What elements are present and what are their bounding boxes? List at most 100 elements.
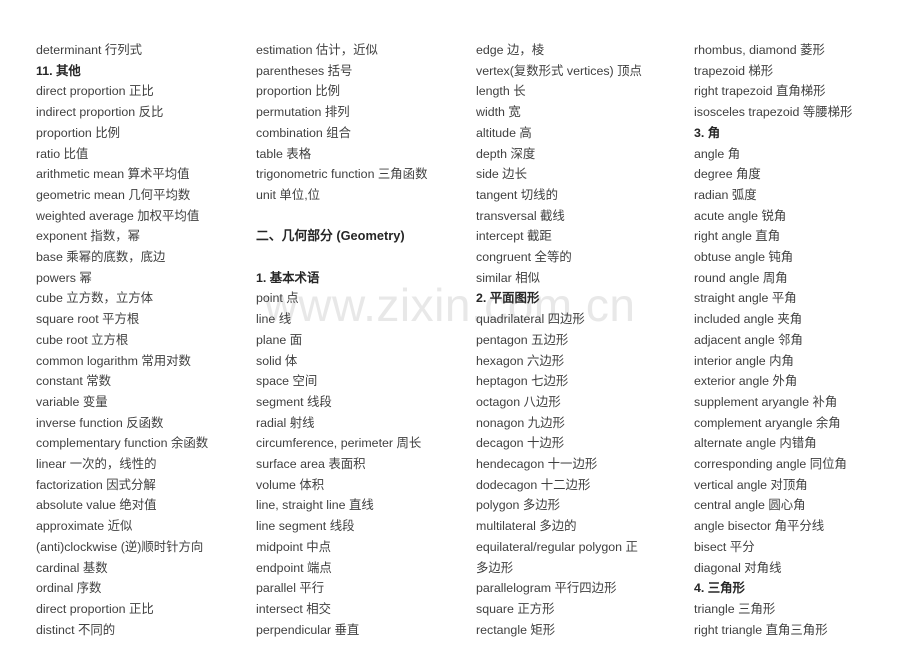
glossary-term: arithmetic mean 算术平均值 — [36, 167, 190, 182]
glossary-term: direct proportion 正比 — [36, 601, 154, 616]
glossary-part-heading: 二、几何部分 (Geometry) — [256, 228, 405, 244]
glossary-term: obtuse angle 钝角 — [694, 250, 794, 265]
glossary-term: tangent 切线的 — [476, 187, 558, 202]
glossary-term: width 宽 — [476, 105, 521, 120]
glossary-term: heptagon 七边形 — [476, 374, 569, 389]
glossary-term: rhombus, diamond 菱形 — [694, 43, 825, 57]
glossary-term: line, straight line 直线 — [256, 498, 374, 513]
glossary-term: indirect proportion 反比 — [36, 105, 164, 120]
glossary-term: powers 幂 — [36, 270, 92, 285]
glossary-term: angle 角 — [694, 146, 741, 161]
glossary-term: pentagon 五边形 — [476, 332, 569, 347]
glossary-term: weighted average 加权平均值 — [36, 208, 200, 223]
glossary-term: round angle 周角 — [694, 270, 788, 285]
glossary-term: triangle 三角形 — [694, 601, 776, 616]
glossary-term: parallel 平行 — [256, 581, 325, 596]
glossary-term: plane 面 — [256, 332, 303, 347]
glossary-term: permutation 排列 — [256, 105, 350, 120]
glossary-term: acute angle 锐角 — [694, 208, 787, 223]
glossary-term: isosceles trapezoid 等腰梯形 — [694, 105, 853, 120]
glossary-term: approximate 近似 — [36, 519, 133, 534]
glossary-term: complementary function 余函数 — [36, 436, 209, 451]
glossary-term: unit 单位,位 — [256, 187, 321, 202]
glossary-term: edge 边，棱 — [476, 43, 545, 57]
glossary-term: cube 立方数，立方体 — [36, 291, 154, 306]
glossary-term: combination 组合 — [256, 125, 352, 140]
glossary-term: nonagon 九边形 — [476, 415, 565, 430]
glossary-term: radian 弧度 — [694, 187, 757, 202]
glossary-term: cardinal 基数 — [36, 560, 108, 575]
glossary-term: estimation 估计，近似 — [256, 43, 378, 57]
glossary-section-heading: 3. 角 — [694, 125, 721, 140]
glossary-term: radial 射线 — [256, 415, 315, 430]
glossary-term: direct proportion 正比 — [36, 84, 154, 99]
glossary-term: segment 线段 — [256, 394, 332, 409]
glossary-term: straight angle 平角 — [694, 291, 797, 306]
glossary-term: diagonal 对角线 — [694, 560, 782, 575]
glossary-term: side 边长 — [476, 167, 527, 182]
glossary-term: degree 角度 — [694, 167, 761, 182]
glossary-term: perpendicular 垂直 — [256, 622, 360, 637]
glossary-term: angle bisector 角平分线 — [694, 519, 825, 534]
glossary-section-heading: 11. 其他 — [36, 63, 81, 78]
glossary-term: parallelogram 平行四边形 — [476, 581, 617, 596]
glossary-term: trapezoid 梯形 — [694, 63, 774, 78]
glossary-term: adjacent angle 邻角 — [694, 332, 803, 347]
glossary-term: multilateral 多边的 — [476, 519, 577, 534]
glossary-term: transversal 截线 — [476, 208, 565, 223]
glossary-term: decagon 十边形 — [476, 436, 565, 451]
glossary-term: factorization 因式分解 — [36, 477, 156, 492]
glossary-term: surface area 表面积 — [256, 457, 366, 472]
glossary-term: volume 体积 — [256, 477, 325, 492]
glossary-term: point 点 — [256, 291, 299, 306]
glossary-term: altitude 高 — [476, 125, 532, 140]
glossary-term: square 正方形 — [476, 601, 555, 616]
glossary-term: interior angle 内角 — [694, 353, 794, 368]
glossary-term: inverse function 反函数 — [36, 415, 164, 430]
glossary-term: corresponding angle 同位角 — [694, 457, 847, 472]
glossary-term: constant 常数 — [36, 374, 112, 389]
glossary-term: equilateral/regular polygon 正多边形 — [476, 539, 638, 575]
glossary-section-heading: 1. 基本术语 — [256, 270, 320, 285]
glossary-term: hendecagon 十一边形 — [476, 457, 598, 472]
glossary-term: absolute value 绝对值 — [36, 498, 157, 513]
glossary-term: intersect 相交 — [256, 601, 332, 616]
glossary-term: right trapezoid 直角梯形 — [694, 84, 826, 99]
glossary-term: vertex(复数形式 vertices) 顶点 — [476, 63, 642, 78]
glossary-spacer — [256, 206, 440, 227]
glossary-term: bisect 平分 — [694, 539, 755, 554]
glossary-spacer — [256, 247, 440, 268]
glossary-term: cube root 立方根 — [36, 332, 129, 347]
glossary-term: line segment 线段 — [256, 519, 355, 534]
glossary-columns: determinant 行列式 11. 其他 direct proportion 正… — [0, 0, 920, 651]
glossary-term: variable 变量 — [36, 394, 108, 409]
glossary-term: ordinal 序数 — [36, 581, 102, 596]
glossary-term: congruent 全等的 — [476, 250, 572, 265]
glossary-term: proportion 比例 — [36, 125, 121, 140]
glossary-term: (anti)clockwise (逆)顺时针方向 — [36, 539, 204, 554]
glossary-term: similar 相似 — [476, 270, 541, 285]
glossary-term: circumference, perimeter 周长 — [256, 436, 422, 451]
glossary-term: hexagon 六边形 — [476, 353, 565, 368]
glossary-term: alternate angle 内错角 — [694, 436, 817, 451]
glossary-term: exterior angle 外角 — [694, 374, 798, 389]
glossary-term: supplement aryangle 补角 — [694, 394, 838, 409]
glossary-column-1: determinant 行列式 11. 其他 direct proportion 正… — [0, 0, 220, 651]
glossary-term: quadrilateral 四边形 — [476, 312, 585, 327]
glossary-term: dodecagon 十二边形 — [476, 477, 591, 492]
glossary-term: exponent 指数，幂 — [36, 229, 140, 244]
glossary-term: polygon 多边形 — [476, 498, 561, 513]
glossary-term: determinant 行列式 — [36, 43, 143, 57]
glossary-term: included angle 夹角 — [694, 312, 803, 327]
glossary-term: common logarithm 常用对数 — [36, 353, 191, 368]
glossary-term: parentheses 括号 — [256, 63, 353, 78]
glossary-term: endpoint 端点 — [256, 560, 332, 575]
glossary-term: depth 深度 — [476, 146, 536, 161]
glossary-term: complement aryangle 余角 — [694, 415, 841, 430]
glossary-column-3: edge 边，棱 vertex(复数形式 vertices) 顶点 length 长… — [440, 0, 660, 651]
glossary-term: right triangle 直角三角形 — [694, 622, 828, 637]
glossary-term: square root 平方根 — [36, 312, 140, 327]
glossary-term: trigonometric function 三角函数 — [256, 167, 428, 182]
glossary-term: central angle 圆心角 — [694, 498, 806, 513]
glossary-term: rectangle 矩形 — [476, 622, 556, 637]
